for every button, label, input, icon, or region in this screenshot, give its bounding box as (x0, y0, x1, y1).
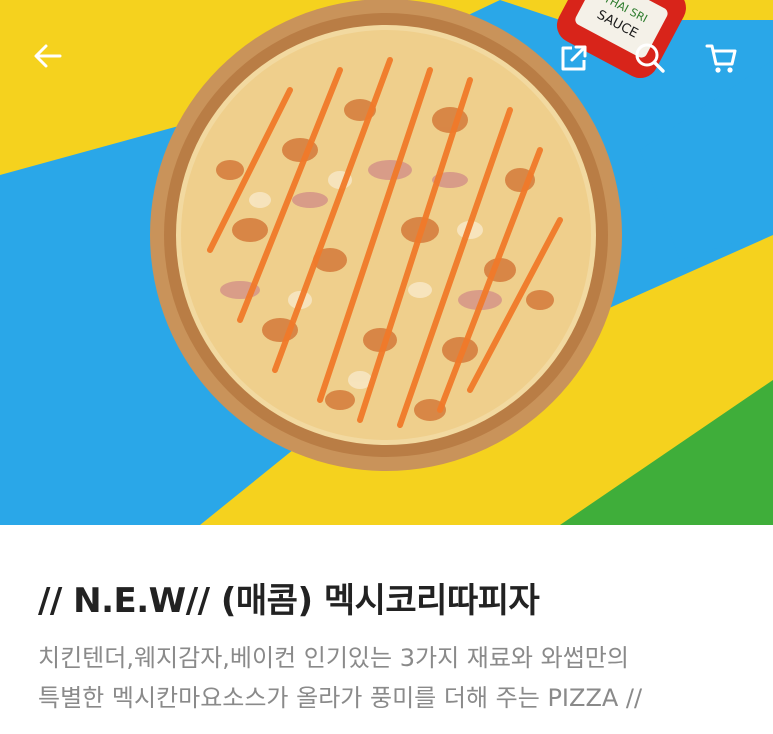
product-description: 치킨텐더,웨지감자,베이컨 인기있는 3가지 재료와 와썹만의 특별한 멕시칸마… (38, 638, 738, 718)
back-button[interactable] (22, 30, 74, 82)
search-icon (635, 43, 665, 73)
hero-image: THAI SRI SAUCE (0, 0, 773, 525)
arrow-left-icon (34, 44, 62, 68)
top-bar (0, 0, 773, 110)
cart-icon (705, 44, 737, 73)
description-line: 치킨텐더,웨지감자,베이컨 인기있는 3가지 재료와 와썹만의 (38, 644, 629, 672)
product-info: // N.E.W// (매콤) 멕시코리따피자 치킨텐더,웨지감자,베이컨 인기… (0, 525, 773, 734)
product-title: // N.E.W// (매콤) 멕시코리따피자 (38, 581, 540, 621)
share-icon (561, 45, 587, 71)
search-button[interactable] (624, 32, 676, 84)
description-line: 특별한 멕시칸마요소스가 올라가 풍미를 더해 주는 PIZZA // (38, 684, 643, 712)
share-button[interactable] (548, 32, 600, 84)
cart-button[interactable] (696, 32, 748, 84)
